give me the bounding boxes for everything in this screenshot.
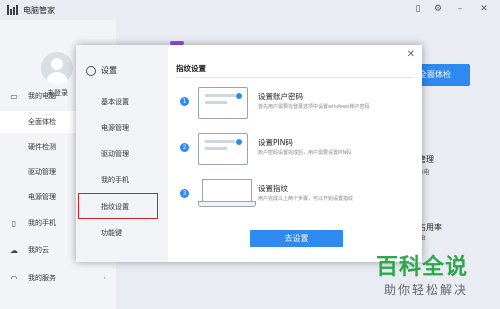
step-badge: 2 <box>180 143 189 152</box>
option-desc: 账户密码设置完成后，用户需要设置PIN码 <box>258 150 352 156</box>
step-badge: 1 <box>180 97 189 106</box>
menu-basic-settings[interactable]: 基本设置 <box>101 97 129 107</box>
window-illustration-icon <box>198 133 248 165</box>
menu-my-phone[interactable]: 我的手机 <box>101 175 129 185</box>
settings-dialog: 设置 基本设置 电源管理 驱动管理 我的手机 指纹设置 功能键 ✕ 指纹设置 1… <box>76 45 422 262</box>
close-icon[interactable]: ✕ <box>407 49 415 60</box>
dialog-content: 指纹设置 <box>176 63 414 74</box>
close-window-icon[interactable]: ✕ <box>479 4 489 14</box>
dialog-title: 设置 <box>101 66 117 75</box>
settings-icon[interactable]: ⚙ <box>433 4 443 14</box>
app-title: 电脑管家 <box>23 5 55 15</box>
option-title: 设置账户密码 <box>258 92 303 101</box>
watermark: 百科全说 助你轻松解决 <box>366 249 494 303</box>
chevron-right-icon: › <box>103 274 106 282</box>
nav-my-services[interactable]: ◠ 我的服务 › <box>0 267 116 289</box>
menu-function-keys[interactable]: 功能键 <box>101 228 122 238</box>
watermark-main: 百科全说 <box>376 255 469 280</box>
phone-icon: ▯ <box>11 218 17 228</box>
cloud-icon: ☁ <box>10 245 18 255</box>
option-desc: 首先用户需要在登录选项中设置windows账户密码 <box>258 104 370 110</box>
gear-icon <box>86 65 96 76</box>
laptop-illustration-icon <box>198 179 256 207</box>
phone-mode-icon[interactable]: ▯ <box>413 4 423 14</box>
option-title: 设置PIN码 <box>258 138 293 147</box>
option-desc: 用户完成以上两个步骤，可以开始设置指纹 <box>258 196 354 202</box>
avatar[interactable] <box>41 52 73 84</box>
menu-driver-management[interactable]: 驱动管理 <box>101 149 129 159</box>
laptop-icon: ▭ <box>10 91 18 101</box>
menu-highlight-box <box>78 193 158 219</box>
minimize-icon[interactable]: – <box>455 4 465 14</box>
divider <box>176 77 414 78</box>
title-bar: 电脑管家 ▯ ⚙ – ✕ <box>0 0 500 20</box>
menu-power-management[interactable]: 电源管理 <box>101 123 129 133</box>
window-illustration-icon <box>198 87 248 119</box>
app-logo-icon <box>7 5 19 15</box>
section-title: 指纹设置 <box>176 64 206 73</box>
option-title: 设置指纹 <box>258 184 288 193</box>
headset-icon: ◠ <box>10 273 18 283</box>
dialog-header: 设置 <box>86 65 117 76</box>
step-badge: 3 <box>180 189 189 198</box>
go-settings-button[interactable]: 去设置 <box>250 230 343 247</box>
watermark-sub: 助你轻松解决 <box>384 283 469 297</box>
